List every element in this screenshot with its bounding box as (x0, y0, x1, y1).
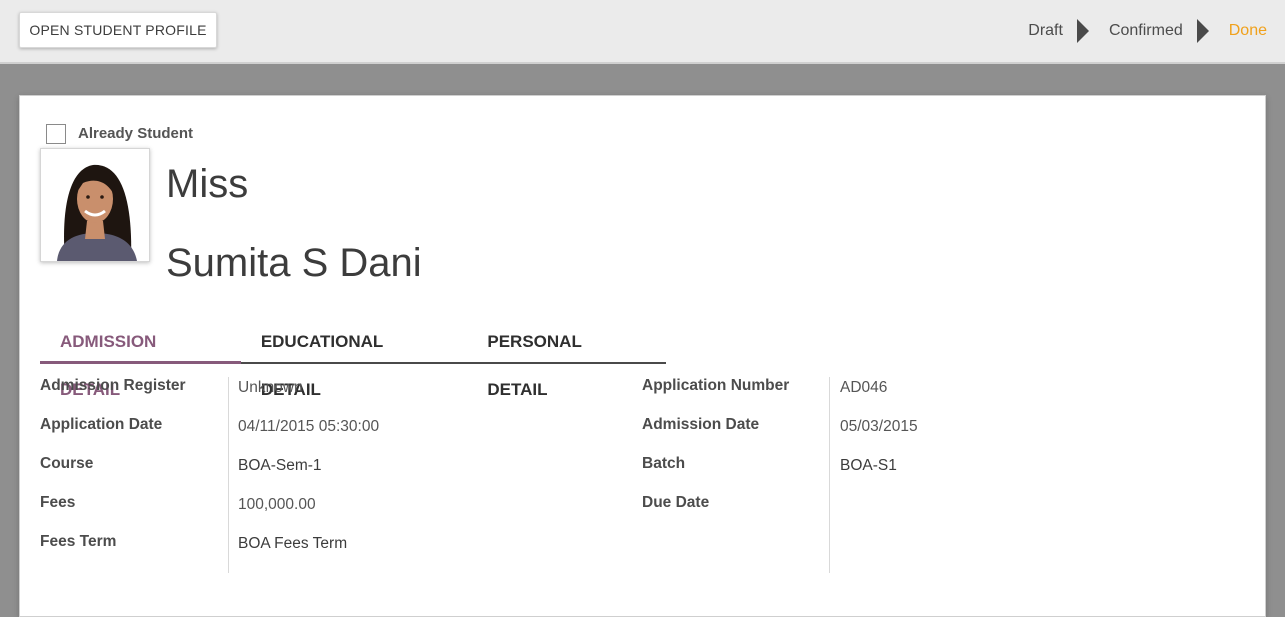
field-label: Admission Date (642, 416, 760, 433)
already-student-field: Already Student (46, 122, 193, 144)
field-label: Course (40, 455, 94, 472)
field-row-course: Course BOA-Sem-1 (40, 455, 600, 494)
open-student-profile-button[interactable]: OPEN STUDENT PROFILE (19, 12, 217, 48)
admission-date-value[interactable]: 05/03/2015 (840, 418, 918, 436)
field-row-application-date: Application Date 04/11/2015 05:30:00 (40, 416, 600, 455)
field-row-fees-term: Fees Term BOA Fees Term (40, 533, 600, 572)
student-avatar[interactable] (40, 148, 150, 262)
field-row-admission-date: Admission Date 05/03/2015 (642, 416, 1242, 455)
field-row-admission-register: Admission Register Unknown (40, 377, 600, 416)
field-label: Application Date (40, 416, 163, 433)
application-number-value[interactable]: AD046 (840, 379, 887, 397)
batch-value[interactable]: BOA-S1 (840, 457, 897, 475)
student-title[interactable]: Miss (166, 162, 248, 207)
application-date-value[interactable]: 04/11/2015 05:30:00 (238, 418, 379, 436)
fees-value[interactable]: 100,000.00 (238, 496, 316, 514)
status-bar: OPEN STUDENT PROFILE Draft Confirmed Don… (0, 0, 1285, 64)
field-label: Batch (642, 455, 686, 472)
stage-confirmed[interactable]: Confirmed (1109, 22, 1183, 40)
field-label: Fees Term (40, 533, 117, 550)
field-label: Due Date (642, 494, 710, 511)
stage-arrow-icon (1076, 19, 1089, 43)
field-row-fees: Fees 100,000.00 (40, 494, 600, 533)
tab-personal-detail[interactable]: PERSONAL DETAIL (467, 318, 666, 399)
left-field-column: Admission Register Unknown Application D… (40, 377, 600, 572)
field-row-application-number: Application Number AD046 (642, 377, 1242, 416)
field-label: Admission Register (40, 377, 186, 394)
tab-bar: ADMISSION DETAIL EDUCATIONAL DETAIL PERS… (40, 318, 666, 399)
fees-term-value[interactable]: BOA Fees Term (238, 535, 347, 553)
form-sheet: Already Student Miss Sumita S Dani ADMIS… (19, 95, 1266, 617)
already-student-checkbox[interactable] (46, 124, 66, 144)
already-student-label: Already Student (78, 124, 194, 142)
field-label: Application Number (642, 377, 790, 394)
stage-arrow-icon (1196, 19, 1209, 43)
tab-educational-detail[interactable]: EDUCATIONAL DETAIL (241, 318, 468, 399)
stage-pipeline: Draft Confirmed Done (1028, 0, 1267, 62)
student-name[interactable]: Sumita S Dani (166, 241, 422, 286)
stage-draft[interactable]: Draft (1028, 22, 1063, 40)
tab-admission-detail[interactable]: ADMISSION DETAIL (40, 318, 241, 399)
stage-done[interactable]: Done (1229, 22, 1267, 40)
field-label: Fees (40, 494, 76, 511)
admission-register-value[interactable]: Unknown (238, 379, 303, 397)
student-photo (41, 149, 149, 261)
field-row-batch: Batch BOA-S1 (642, 455, 1242, 494)
course-value[interactable]: BOA-Sem-1 (238, 457, 322, 475)
field-row-due-date: Due Date (642, 494, 1242, 533)
right-field-column: Application Number AD046 Admission Date … (642, 377, 1242, 533)
